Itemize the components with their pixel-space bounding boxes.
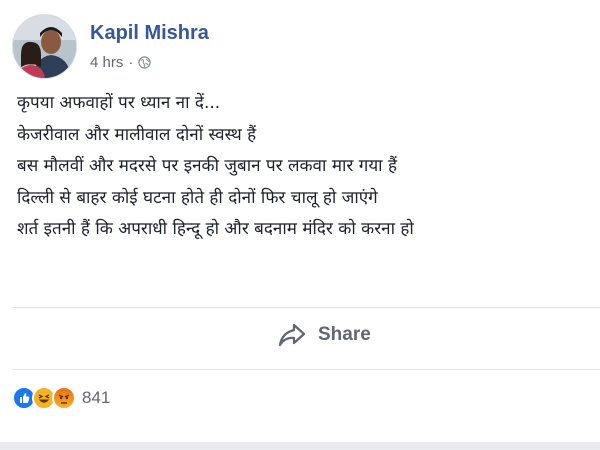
avatar-photo	[13, 15, 76, 78]
angry-icon	[52, 386, 76, 410]
post-header: Kapil Mishra 4 hrs ·	[12, 10, 592, 80]
post-text: कृपया अफवाहों पर ध्यान ना दें... केजरीवा…	[17, 88, 587, 246]
post-line-5: शर्त इतनी हैं कि अपराधी हिन्दू हो और बदन…	[17, 219, 414, 239]
share-button[interactable]: Share	[278, 322, 371, 348]
post-line-4: दिल्ली से बाहर कोई घटना होते ही दोनों फि…	[17, 187, 378, 208]
reaction-count: 841	[82, 388, 111, 407]
divider	[12, 369, 600, 370]
globe-icon[interactable]	[138, 56, 152, 69]
reactions-summary[interactable]: 841	[12, 386, 110, 410]
post-timestamp[interactable]: 4 hrs	[90, 54, 123, 71]
author-avatar[interactable]	[12, 14, 77, 79]
post-meta: 4 hrs ·	[90, 54, 152, 71]
post-line-2: केजरीवाल और मालीवाल दोनों स्वस्थ हैं	[17, 124, 257, 145]
share-label: Share	[318, 324, 371, 345]
meta-separator: ·	[128, 54, 134, 71]
post-line-1: कृपया अफवाहों पर ध्यान ना दें...	[17, 93, 221, 113]
divider	[12, 307, 600, 308]
share-arrow-icon	[278, 323, 306, 347]
post-line-3: बस मौलवीं और मदरसे पर इनकी जुबान पर लकवा…	[17, 156, 398, 176]
feed-gap	[0, 442, 600, 450]
author-name[interactable]: Kapil Mishra	[90, 22, 209, 45]
